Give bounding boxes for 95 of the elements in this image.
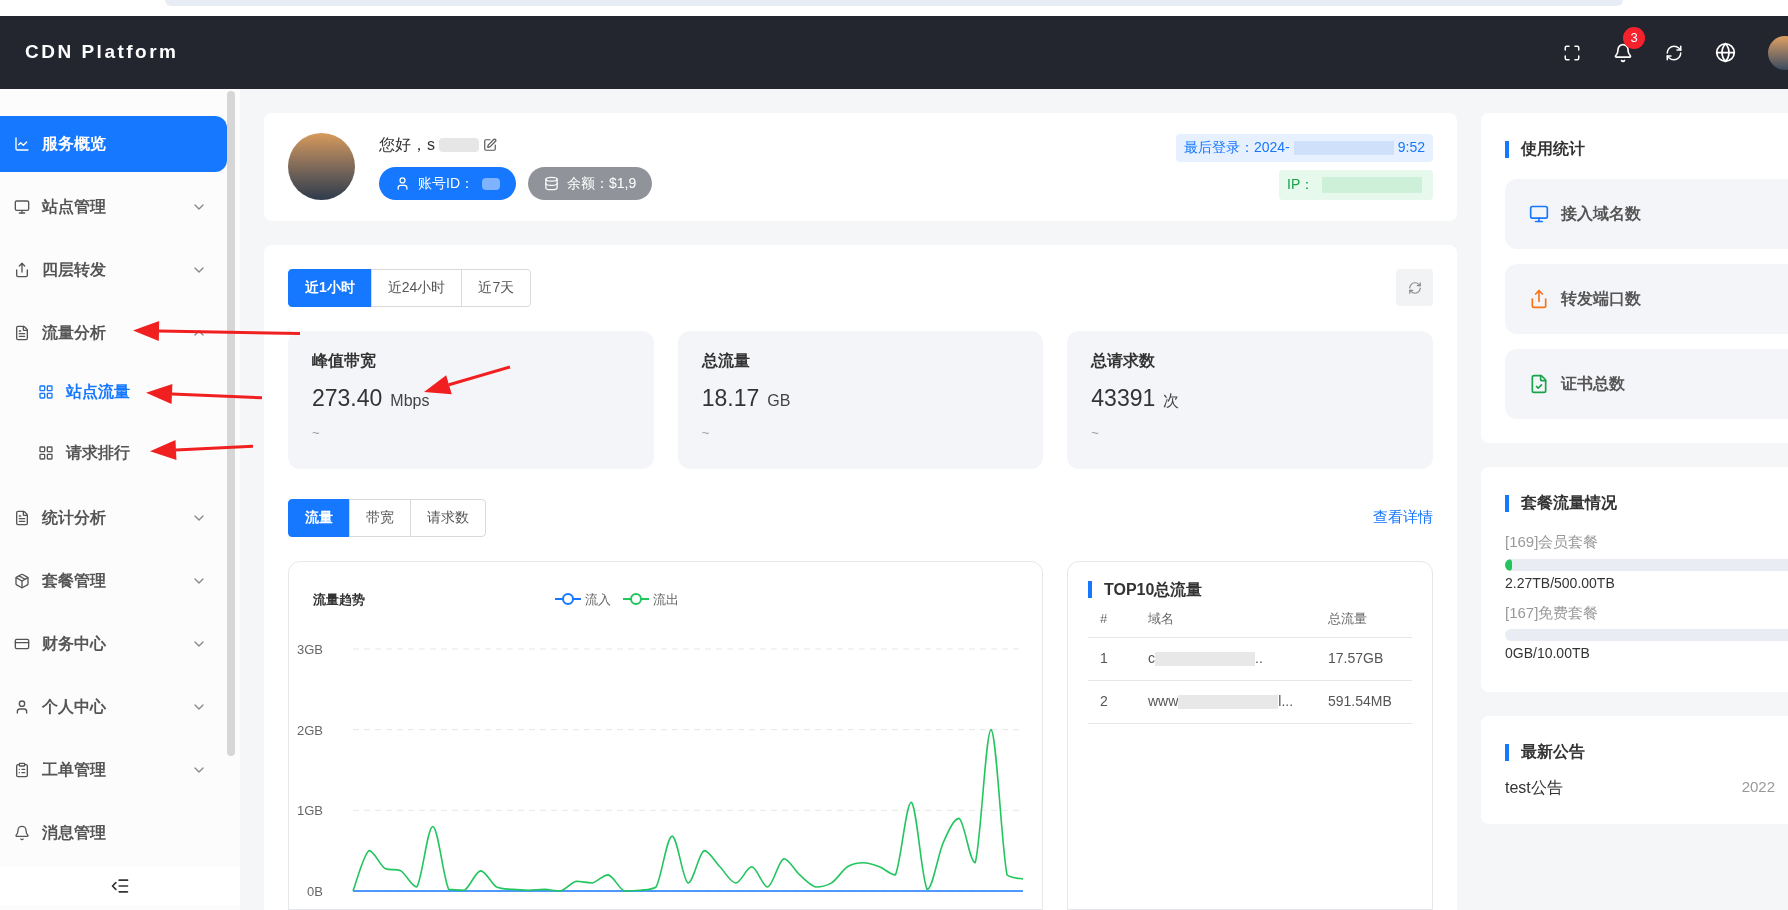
column-header: # bbox=[1100, 610, 1109, 629]
domain-start: c bbox=[1148, 649, 1155, 668]
sidebar-item[interactable]: 服务概览 bbox=[0, 116, 227, 172]
tab[interactable]: 近1小时 bbox=[288, 268, 372, 307]
package-icon bbox=[14, 573, 30, 589]
refresh-icon bbox=[1407, 280, 1422, 295]
share-icon bbox=[1529, 289, 1549, 309]
tab[interactable]: 流量 bbox=[288, 498, 350, 537]
legend-label[interactable]: 流入 bbox=[585, 589, 611, 609]
card-title: 使用统计 bbox=[1521, 139, 1585, 159]
notification-badge: 3 bbox=[1623, 26, 1645, 49]
tab[interactable]: 近7天 bbox=[461, 268, 532, 307]
bell-icon[interactable] bbox=[1613, 42, 1633, 63]
domain-end: l... bbox=[1278, 692, 1294, 711]
sidebar-item[interactable]: 财务中心 bbox=[0, 616, 227, 672]
refresh-icon[interactable] bbox=[1665, 43, 1683, 62]
usage-label: 转发端口数 bbox=[1561, 289, 1641, 309]
notice-title[interactable]: test公告 bbox=[1505, 776, 1563, 800]
monitor-icon bbox=[14, 199, 30, 215]
stat-value: 18.17 bbox=[701, 383, 760, 413]
greeting-text: 您好，s bbox=[379, 135, 435, 156]
share-icon bbox=[14, 262, 30, 278]
card-title: 最新公告 bbox=[1521, 742, 1585, 762]
usage-label: 证书总数 bbox=[1561, 374, 1625, 394]
notice-date: 2022 bbox=[1741, 777, 1775, 797]
sidebar-item[interactable]: 站点管理 bbox=[0, 179, 227, 235]
clipboard-icon bbox=[14, 762, 30, 778]
stat-value: 43391 bbox=[1091, 383, 1156, 413]
user-icon bbox=[14, 699, 30, 715]
database-icon bbox=[544, 176, 559, 192]
plan-usage: 2.27TB/500.00TB bbox=[1505, 573, 1616, 593]
last-login-time: 9:52 bbox=[1397, 138, 1425, 158]
legend-label[interactable]: 流出 bbox=[653, 589, 679, 609]
document-check-icon bbox=[1529, 374, 1549, 394]
fullscreen-icon[interactable] bbox=[1563, 43, 1581, 62]
column-header: 域名 bbox=[1148, 610, 1175, 629]
rank-cell-text: 2 bbox=[1100, 692, 1109, 711]
grid-icon bbox=[38, 444, 54, 461]
scrollbar[interactable] bbox=[227, 91, 235, 756]
monitor-icon bbox=[1529, 204, 1549, 224]
sidebar-item[interactable]: 请求排行 bbox=[0, 422, 227, 483]
stat-unit: GB bbox=[767, 390, 791, 411]
bell-icon bbox=[14, 825, 30, 841]
redacted-block bbox=[482, 177, 500, 190]
sidebar-item[interactable]: 工单管理 bbox=[0, 742, 227, 798]
grid-icon bbox=[38, 383, 54, 400]
stat-title: 峰值带宽 bbox=[312, 350, 377, 371]
card-icon bbox=[14, 636, 30, 652]
last-login-text: 最后登录：2024- bbox=[1183, 138, 1290, 158]
sidebar-item[interactable]: 消息管理 bbox=[0, 805, 227, 861]
plan-usage: 0GB/10.00TB bbox=[1505, 644, 1591, 663]
ip-label: IP： bbox=[1287, 175, 1315, 195]
usage-label: 接入域名数 bbox=[1561, 204, 1641, 224]
stat-value: 273.40 bbox=[312, 383, 383, 413]
rank-cell-text: 1 bbox=[1100, 649, 1109, 668]
plan-name: [169]会员套餐 bbox=[1505, 532, 1600, 552]
sidebar-item[interactable]: 四层转发 bbox=[0, 242, 227, 298]
domain-start: www bbox=[1148, 692, 1179, 711]
account-id-label: 账号ID： bbox=[418, 174, 474, 194]
stat-note: ~ bbox=[701, 424, 711, 442]
column-header: 总流量 bbox=[1328, 610, 1367, 629]
sidebar-item[interactable]: 套餐管理 bbox=[0, 553, 227, 609]
traffic-cell-text: 591.54MB bbox=[1328, 692, 1392, 711]
chart-title: 流量趋势 bbox=[313, 590, 365, 609]
y-axis-label: 3GB bbox=[297, 642, 323, 657]
domain-end: .. bbox=[1255, 649, 1263, 668]
stat-note: ~ bbox=[1091, 424, 1100, 442]
stat-note: ~ bbox=[312, 424, 321, 442]
tab[interactable]: 近24小时 bbox=[370, 268, 463, 307]
app-title: CDN Platform bbox=[25, 40, 179, 65]
traffic-cell-text: 17.57GB bbox=[1328, 649, 1384, 668]
y-axis-label: 2GB bbox=[297, 722, 323, 738]
stat-unit: 次 bbox=[1163, 390, 1180, 411]
card-title: TOP10总流量 bbox=[1104, 579, 1203, 600]
y-axis-label: 0B bbox=[307, 884, 323, 899]
user-icon bbox=[395, 176, 410, 192]
sidebar-item[interactable]: 个人中心 bbox=[0, 679, 227, 735]
stat-unit: Mbps bbox=[390, 390, 430, 411]
edit-icon[interactable] bbox=[483, 138, 497, 153]
sidebar-item[interactable]: 站点流量 bbox=[0, 361, 227, 422]
y-axis-label: 1GB bbox=[297, 803, 323, 819]
chart-icon bbox=[14, 136, 30, 152]
balance-label: 余额：$1,9 bbox=[567, 174, 637, 194]
tab[interactable]: 请求数 bbox=[410, 498, 486, 537]
redacted-block bbox=[439, 138, 479, 153]
sidebar-item[interactable]: 统计分析 bbox=[0, 490, 227, 546]
card-title: 套餐流量情况 bbox=[1521, 493, 1617, 513]
stat-title: 总请求数 bbox=[1091, 350, 1157, 371]
stat-title: 总流量 bbox=[701, 350, 751, 371]
document-icon bbox=[14, 325, 30, 341]
details-link[interactable]: 查看详情 bbox=[1373, 506, 1433, 529]
plan-name: [167]免费套餐 bbox=[1505, 602, 1600, 623]
tab[interactable]: 带宽 bbox=[349, 498, 411, 537]
document-icon bbox=[14, 510, 30, 526]
globe-icon[interactable] bbox=[1715, 42, 1736, 63]
